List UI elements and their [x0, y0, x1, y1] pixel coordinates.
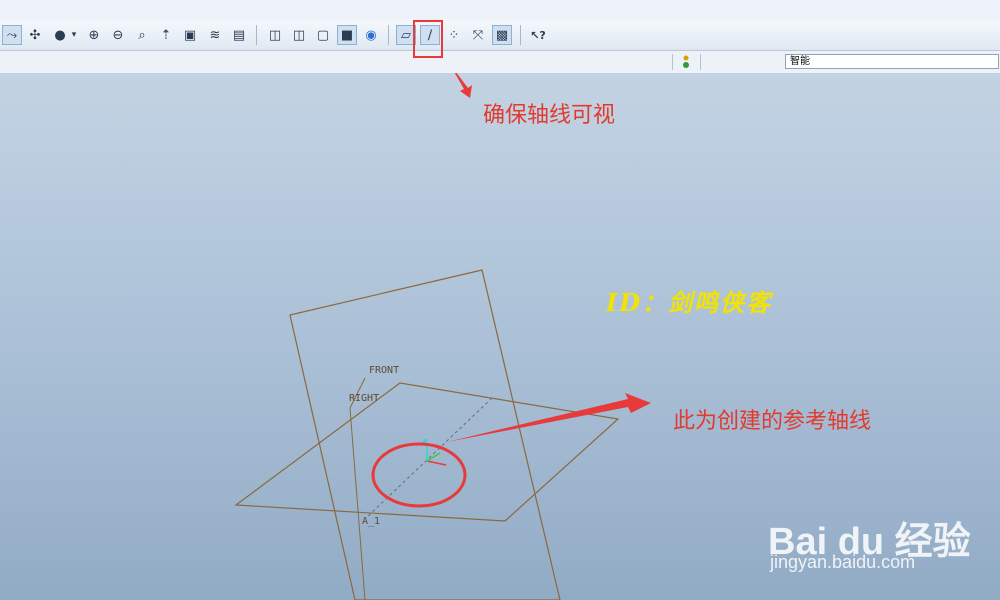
author-id-mark: ID：剑鸣侠客	[606, 288, 773, 317]
graphics-window[interactable]: FRONT RIGHT A_1 确保轴线可视 此为创建的参考轴线 ID：剑鸣侠客…	[0, 73, 1000, 600]
view-toolbar: ⤳ ✣ ● ▾ ⊕ ⊖ ⌕ ⇡ ▣ ≋ ▤ ◫ ◫ ▢ ■ ◉ ▱ ∕ ⁘ ⤧ …	[0, 21, 1000, 51]
annotation-ellipse	[371, 442, 467, 508]
context-help-icon[interactable]: ↖?	[528, 25, 548, 45]
reorient-icon[interactable]: ⇡	[156, 25, 176, 45]
view-manager-icon[interactable]: ▤	[229, 25, 249, 45]
status-divider	[700, 54, 701, 70]
regen-status-icon	[683, 55, 689, 68]
dropdown-arrow-icon[interactable]: ▾	[68, 25, 80, 45]
toolbar-separator	[388, 25, 389, 45]
axis-label: A_1	[362, 516, 380, 527]
saved-views-icon[interactable]: ▣	[180, 25, 200, 45]
right-plane-label: RIGHT	[349, 393, 379, 404]
coordinate-systems-icon[interactable]: ⤧	[468, 25, 488, 45]
front-plane-label: FRONT	[369, 365, 399, 376]
toolbar-separator	[256, 25, 257, 45]
refit-icon[interactable]: ⌕	[132, 25, 152, 45]
toolbar-separator	[520, 25, 521, 45]
zoom-out-icon[interactable]: ⊖	[108, 25, 128, 45]
status-bar: 智能	[0, 51, 1000, 74]
status-divider	[672, 54, 673, 70]
axis-pointer-arrow	[447, 393, 651, 442]
csys-x-axis	[426, 460, 447, 466]
no-hidden-icon[interactable]: ▢	[313, 25, 333, 45]
hidden-line-icon[interactable]: ◫	[289, 25, 309, 45]
appearance-icon[interactable]: ◉	[361, 25, 381, 45]
wireframe-icon[interactable]: ◫	[265, 25, 285, 45]
selection-filter-select[interactable]: 智能	[785, 54, 999, 69]
csys-z-axis	[426, 452, 441, 462]
reference-axis-a1[interactable]	[365, 397, 493, 519]
title-strip	[0, 0, 1000, 22]
repaint-icon[interactable]: ⤳	[2, 25, 22, 45]
datum-axes-highlight	[413, 20, 443, 58]
reference-axis-note: 此为创建的参考轴线	[673, 409, 872, 434]
toolbar-pointer-arrow	[454, 73, 472, 98]
baidu-watermark-url: jingyan.baidu.com	[770, 552, 916, 572]
layers-icon[interactable]: ≋	[205, 25, 225, 45]
shading-icon[interactable]: ■	[337, 25, 357, 45]
spin-center-icon[interactable]: ✣	[25, 25, 45, 45]
datum-points-icon[interactable]: ⁘	[444, 25, 464, 45]
annotations-icon[interactable]: ▩	[492, 25, 512, 45]
axis-visibility-note: 确保轴线可视	[483, 103, 616, 128]
csys-origin	[423, 439, 427, 443]
zoom-in-icon[interactable]: ⊕	[84, 25, 104, 45]
orient-mode-icon[interactable]: ●	[50, 25, 70, 45]
